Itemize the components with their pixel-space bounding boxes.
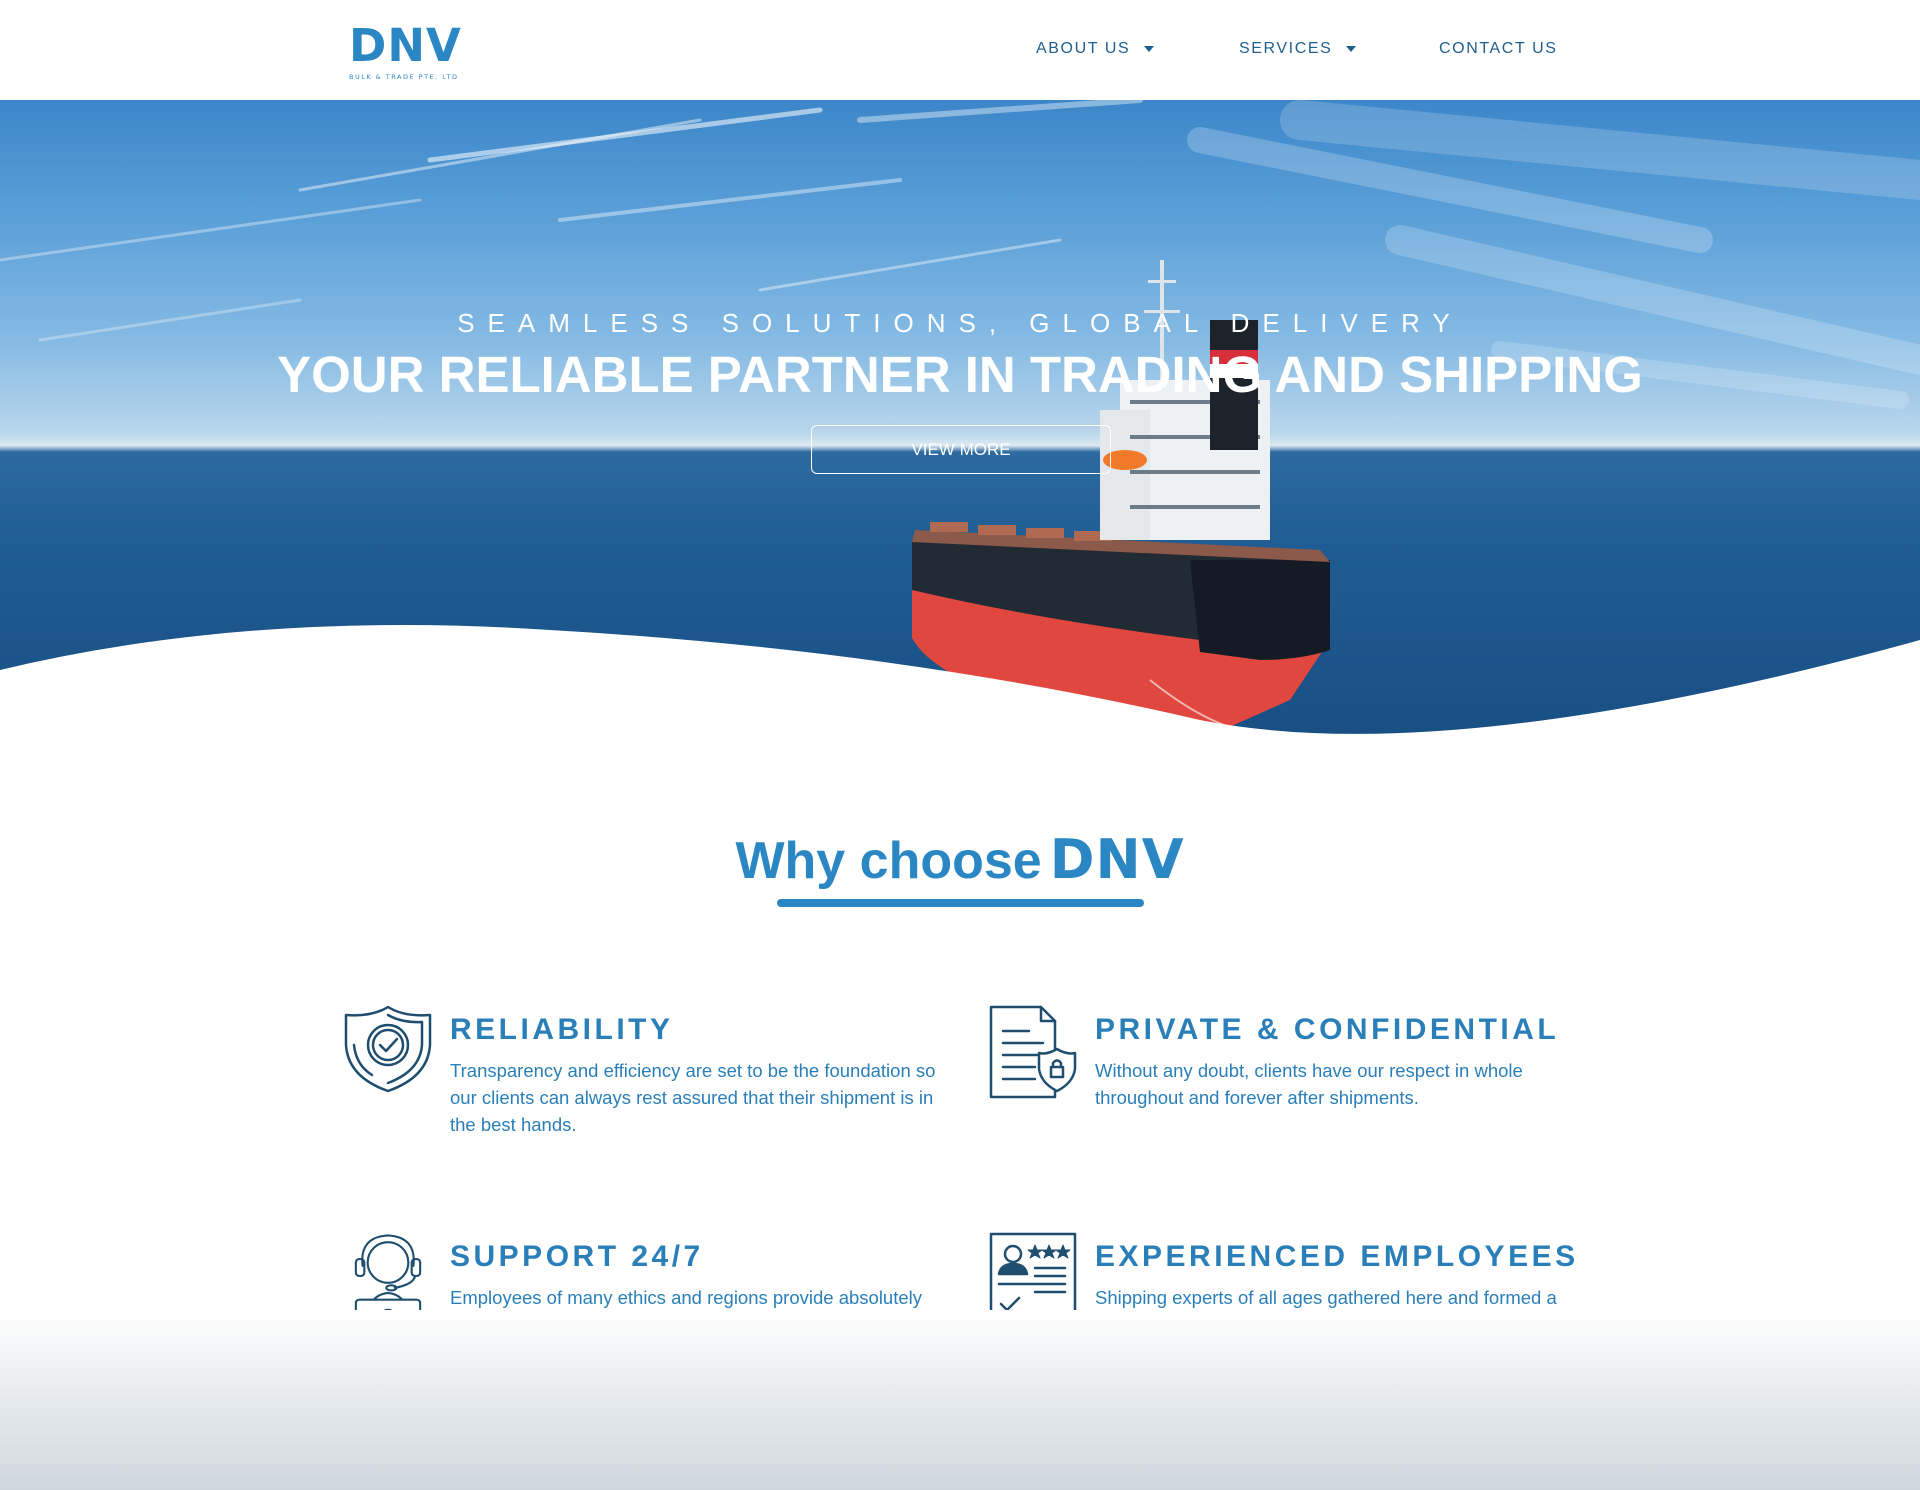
- hero-banner: SEAMLESS SOLUTIONS, GLOBAL DELIVERY YOUR…: [0, 100, 1920, 740]
- nav-item-label: SERVICES: [1239, 40, 1333, 57]
- nav-item-label: ABOUT US: [1036, 40, 1131, 57]
- site-header: DNV BULK & TRADE PTE. LTD ABOUT US SERVI…: [0, 0, 1920, 100]
- nav-item-contact-us[interactable]: CONTACT US: [1439, 40, 1558, 58]
- feature-title: EXPERIENCED EMPLOYEES: [1095, 1240, 1579, 1273]
- feature-description: Transparency and efficiency are set to b…: [450, 1060, 936, 1135]
- feature-title: RELIABILITY: [450, 1013, 674, 1046]
- feature-title: SUPPORT 24/7: [450, 1240, 704, 1273]
- feature-title: PRIVATE & CONFIDENTIAL: [1095, 1013, 1560, 1046]
- footer-fade: [0, 1310, 1920, 1490]
- heading-underline: [777, 899, 1144, 907]
- secure-document-icon: [989, 1005, 1077, 1099]
- feature-description: Without any doubt, clients have our resp…: [1095, 1060, 1523, 1108]
- nav-item-about-us[interactable]: ABOUT US: [1036, 40, 1155, 58]
- hero-kicker: SEAMLESS SOLUTIONS, GLOBAL DELIVERY: [457, 308, 1463, 338]
- hero-wave-divider: [0, 625, 1920, 740]
- shield-check-icon: [344, 1005, 432, 1093]
- logo-tagline: BULK & TRADE PTE. LTD: [349, 73, 459, 81]
- view-more-button[interactable]: VIEW MORE: [811, 425, 1111, 474]
- nav-item-services[interactable]: SERVICES: [1239, 40, 1357, 58]
- caret-down-icon: [1144, 46, 1155, 52]
- why-choose-heading: Why choose DNV: [0, 828, 1920, 891]
- why-heading-brand: DNV: [1049, 828, 1185, 891]
- hero-title: YOUR RELIABLE PARTNER IN TRADING AND SHI…: [277, 346, 1643, 403]
- why-heading-prefix: Why choose: [735, 832, 1042, 890]
- main-nav: ABOUT US SERVICES CONTACT US: [0, 40, 1920, 60]
- nav-item-label: CONTACT US: [1439, 40, 1558, 57]
- caret-down-icon: [1346, 46, 1357, 52]
